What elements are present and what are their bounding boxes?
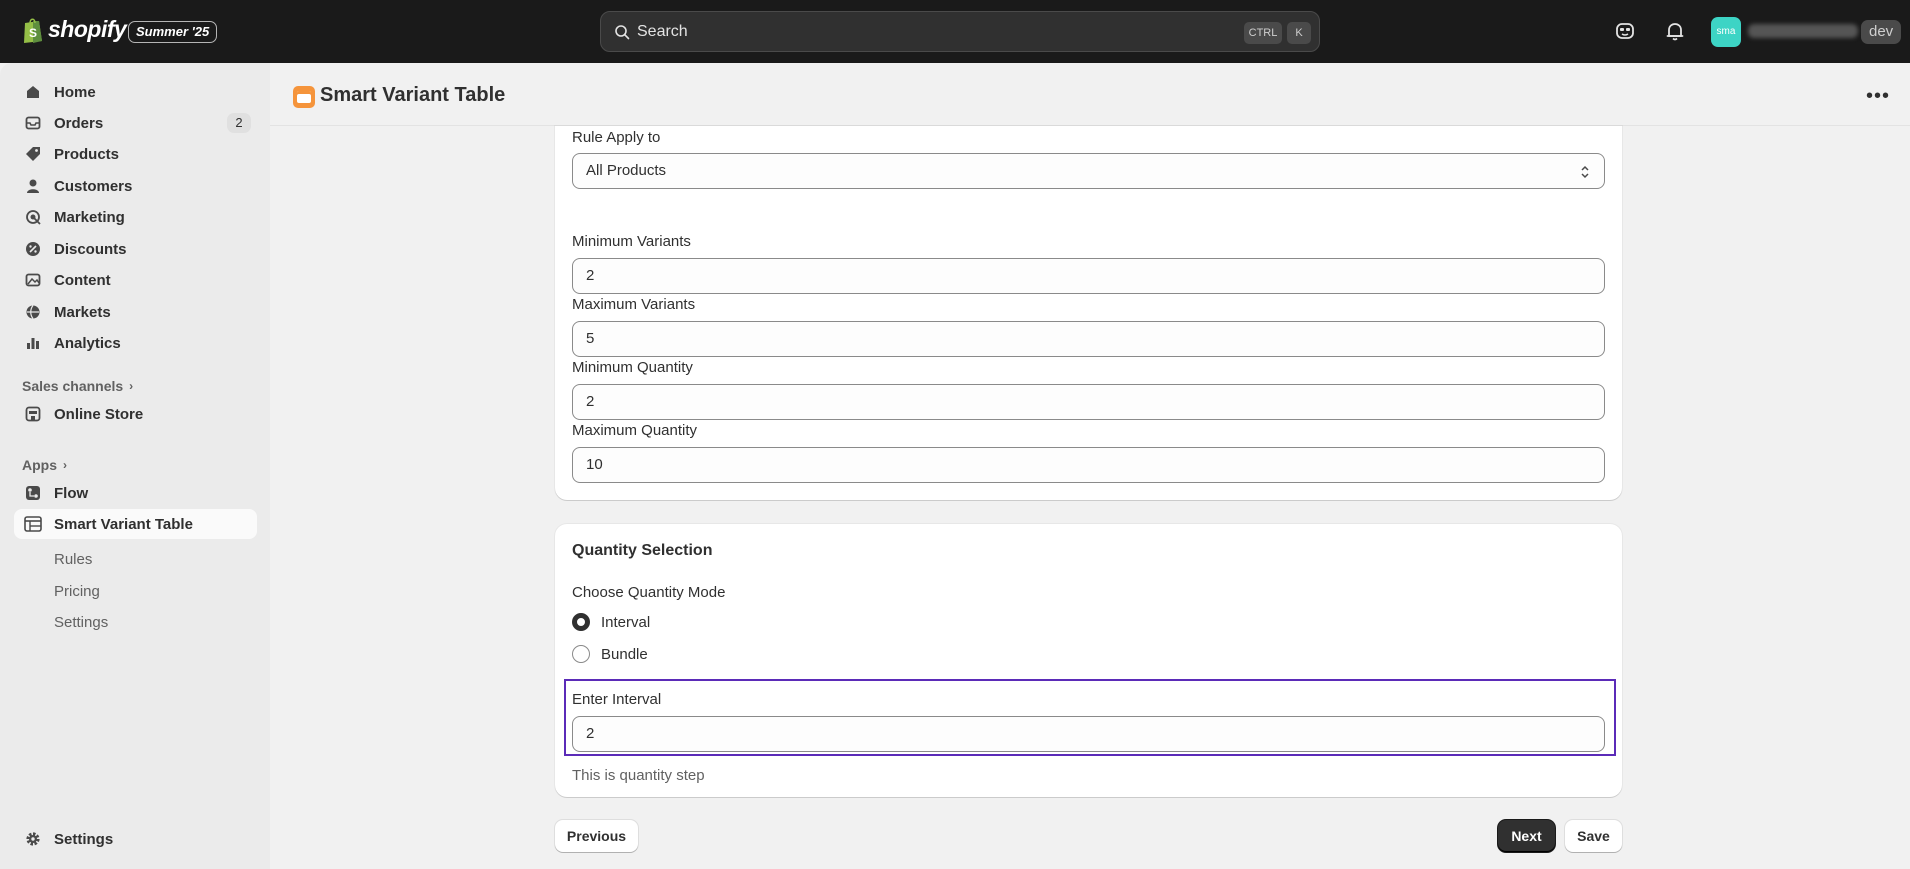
previous-button[interactable]: Previous	[555, 820, 638, 852]
min-variants-input[interactable]: 2	[572, 258, 1605, 294]
gear-icon	[24, 830, 42, 848]
select-chevron-icon	[1581, 165, 1589, 179]
quantity-selection-card: Quantity Selection Choose Quantity Mode …	[555, 524, 1622, 797]
apps-label: Apps	[22, 457, 57, 473]
orders-count-badge: 2	[227, 113, 251, 133]
discount-icon	[24, 240, 42, 258]
radio-interval-dot[interactable]	[572, 613, 590, 631]
interval-input[interactable]: 2	[572, 716, 1605, 752]
search-placeholder: Search	[637, 23, 688, 40]
sidebar-subitem-rules[interactable]: Rules	[54, 551, 92, 568]
sidebar-item-label: Customers	[54, 177, 133, 195]
shopify-logo[interactable]: S shopify	[22, 16, 127, 43]
radio-bundle-dot[interactable]	[572, 645, 590, 663]
radio-interval[interactable]: Interval	[572, 613, 650, 631]
sidebar-item-label: Flow	[54, 484, 89, 502]
search-bar[interactable]: Search CTRL K	[600, 11, 1320, 52]
sidebar: Home Orders 2 Products Customers Marketi…	[0, 63, 270, 869]
sidebar-subitem-pricing[interactable]: Pricing	[54, 583, 100, 600]
page-title: Smart Variant Table	[320, 84, 506, 106]
sidebar-item-marketing[interactable]: Marketing	[14, 202, 257, 232]
globe-icon	[24, 303, 42, 321]
sidebar-item-label: Smart Variant Table	[54, 515, 193, 533]
image-icon	[24, 271, 42, 289]
bell-icon[interactable]	[1664, 20, 1686, 42]
rule-apply-label: Rule Apply to	[572, 129, 661, 146]
sales-channels-header[interactable]: Sales channels ›	[22, 378, 133, 394]
interval-label: Enter Interval	[572, 691, 662, 708]
orders-icon	[24, 114, 42, 132]
store-icon	[24, 405, 42, 423]
radio-interval-label: Interval	[601, 613, 651, 631]
person-icon	[24, 177, 42, 195]
search-icon	[615, 25, 630, 40]
svg-text:S: S	[29, 26, 37, 40]
shopify-bag-icon: S	[24, 18, 42, 43]
sidebar-item-discounts[interactable]: Discounts	[14, 234, 257, 264]
edition-badge[interactable]: Summer '25	[128, 21, 218, 43]
sidebar-item-label: Content	[54, 271, 111, 289]
rule-apply-value: All Products	[586, 162, 667, 179]
sidebar-item-home[interactable]: Home	[14, 77, 257, 107]
sidebar-item-customers[interactable]: Customers	[14, 171, 257, 201]
table-icon	[24, 515, 42, 533]
sidebar-item-label: Analytics	[54, 334, 121, 352]
sales-channels-label: Sales channels	[22, 378, 124, 394]
sidebar-item-content[interactable]: Content	[14, 265, 257, 295]
sidebar-item-online-store[interactable]: Online Store	[14, 399, 257, 429]
sidebar-item-smart-variant-table[interactable]: Smart Variant Table	[14, 509, 257, 539]
more-actions-icon[interactable]: •••	[1866, 85, 1890, 108]
sidebar-item-label: Orders	[54, 114, 104, 132]
sidebar-item-label: Discounts	[54, 240, 127, 258]
apps-header[interactable]: Apps ›	[22, 457, 67, 473]
page-header: Smart Variant Table •••	[270, 63, 1910, 126]
brand-name: shopify	[48, 16, 127, 42]
store-name-blurred[interactable]	[1748, 24, 1858, 38]
store-tag[interactable]: dev	[1861, 20, 1902, 44]
radio-bundle[interactable]: Bundle	[572, 645, 648, 663]
save-button[interactable]: Save	[1565, 820, 1622, 852]
tag-icon	[24, 145, 42, 163]
sidekick-icon[interactable]	[1614, 20, 1636, 42]
sidebar-item-label: Markets	[54, 303, 111, 321]
top-bar: S shopify Summer '25 Search CTRL K sma d…	[0, 0, 1910, 63]
max-quantity-label: Maximum Quantity	[572, 422, 698, 439]
sidebar-item-products[interactable]: Products	[14, 139, 257, 169]
shortcut-k: K	[1287, 22, 1311, 44]
avatar[interactable]: sma	[1711, 17, 1741, 47]
min-quantity-label: Minimum Quantity	[572, 359, 693, 376]
home-icon	[24, 83, 42, 101]
sidebar-item-settings[interactable]: Settings	[14, 824, 257, 854]
sidebar-item-orders[interactable]: Orders 2	[14, 108, 257, 138]
shortcut-ctrl: CTRL	[1244, 22, 1282, 44]
sidebar-item-label: Home	[54, 83, 96, 101]
max-variants-label: Maximum Variants	[572, 296, 696, 313]
radio-bundle-label: Bundle	[601, 645, 648, 663]
sidebar-item-flow[interactable]: Flow	[14, 478, 257, 508]
max-variants-input[interactable]: 5	[572, 321, 1605, 357]
rule-settings-card: Rule Apply to All Products Minimum Varia…	[555, 126, 1622, 500]
interval-help-text: This is quantity step	[572, 767, 705, 784]
max-quantity-input[interactable]: 10	[572, 447, 1605, 483]
sidebar-item-analytics[interactable]: Analytics	[14, 328, 257, 358]
chevron-right-icon: ›	[129, 379, 134, 393]
sidebar-subitem-settings[interactable]: Settings	[54, 614, 108, 631]
min-variants-label: Minimum Variants	[572, 233, 691, 250]
quantity-mode-label: Choose Quantity Mode	[572, 584, 726, 601]
sidebar-item-label: Marketing	[54, 208, 125, 226]
chevron-right-icon: ›	[63, 458, 67, 472]
app-icon	[293, 86, 315, 108]
min-quantity-input[interactable]: 2	[572, 384, 1605, 420]
sidebar-item-label: Online Store	[54, 405, 144, 423]
flow-icon	[24, 484, 42, 502]
sidebar-item-label: Products	[54, 145, 120, 163]
target-icon	[24, 208, 42, 226]
chart-icon	[24, 334, 42, 352]
rule-apply-select[interactable]: All Products	[572, 153, 1605, 189]
quantity-selection-title: Quantity Selection	[572, 542, 713, 559]
sidebar-item-markets[interactable]: Markets	[14, 297, 257, 327]
next-button[interactable]: Next	[1498, 820, 1555, 852]
sidebar-item-label: Settings	[54, 830, 114, 848]
